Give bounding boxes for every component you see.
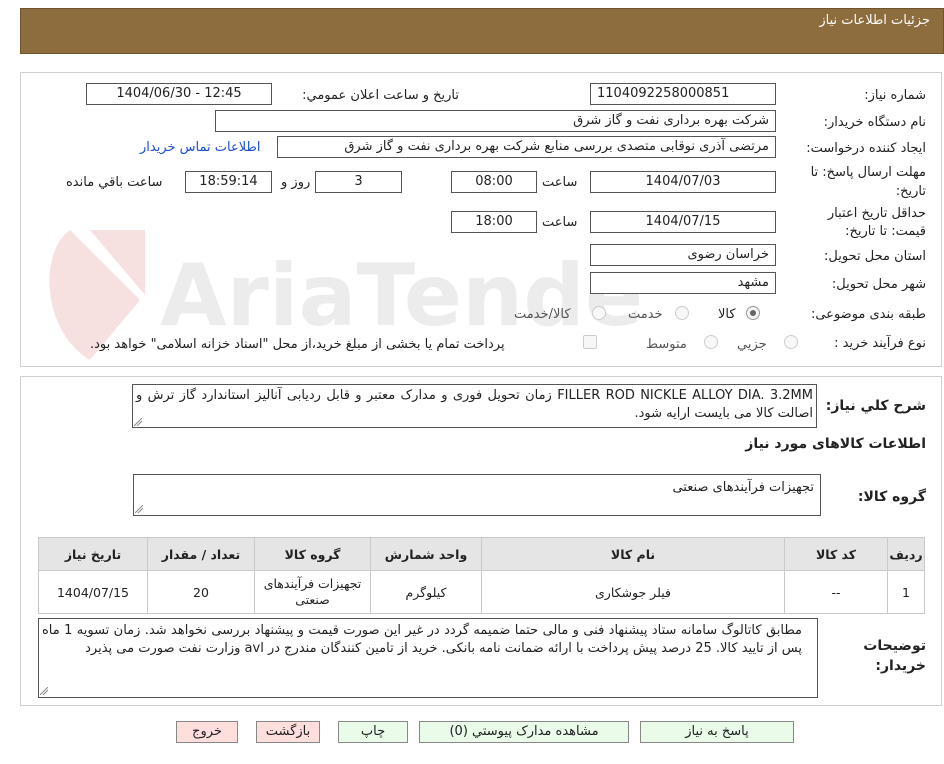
reply-days-field: 3 [315, 171, 402, 193]
reply-deadline-label-2: تاریخ: [895, 184, 926, 199]
item-group-label: گروه کالا: [857, 489, 926, 505]
item-group-resize-icon[interactable] [135, 505, 143, 513]
back-button[interactable]: بازگشت [256, 721, 320, 743]
table-row: 1 -- فیلر جوشکاری کیلوگرم تجهیزات فرآیند… [38, 570, 925, 614]
col-code: کد کالا [784, 537, 888, 571]
buyer-org-field: شرکت بهره برداری نفت و گاز شرق [215, 110, 776, 132]
exit-button[interactable]: خروج [176, 721, 238, 743]
page-title: جزئیات اطلاعات نیاز [819, 13, 930, 28]
process-medium-label: متوسط [646, 337, 687, 352]
summary-text: FILLER ROD NICKLE ALLOY DIA. 3.2MM زمان … [136, 388, 813, 421]
process-medium-radio[interactable] [704, 335, 718, 349]
category-service-label: خدمت [628, 307, 663, 322]
category-goods-radio[interactable] [746, 306, 760, 320]
col-unit: واحد شمارش [370, 537, 482, 571]
process-minor-radio[interactable] [784, 335, 798, 349]
col-row: ردیف [887, 537, 925, 571]
print-button[interactable]: چاپ [338, 721, 408, 743]
buyer-org-label: نام دستگاه خريدار: [823, 115, 926, 130]
cell-code: -- [784, 570, 888, 614]
category-service-radio[interactable] [675, 306, 689, 320]
cell-qty: 20 [147, 570, 255, 614]
reply-button[interactable]: پاسخ به نیاز [640, 721, 794, 743]
items-table-header: ردیف کد کالا نام کالا واحد شمارش گروه کا… [38, 537, 925, 571]
summary-label: شرح کلي نياز: [825, 398, 926, 414]
province-label: استان محل تحویل: [824, 249, 926, 264]
col-date: تاریخ نیاز [38, 537, 148, 571]
process-minor-label: جزیي [737, 337, 767, 352]
price-validity-time-label: ساعت [542, 215, 578, 230]
announce-datetime-label: تاریخ و ساعت اعلان عمومي: [302, 88, 459, 103]
reply-deadline-date-field: 1404/07/03 [590, 171, 776, 193]
items-section-title: اطلاعات کالاهای مورد نیاز [745, 436, 926, 452]
cell-name: فیلر جوشکاری [481, 570, 785, 614]
view-documents-button[interactable]: مشاهده مدارک پیوستي (0) [419, 721, 629, 743]
buyer-notes-label-1: توضیحات [863, 638, 926, 654]
reply-deadline-time-field: 08:00 [451, 171, 537, 193]
item-group-field: تجهیزات فرآیندهای صنعتی [133, 474, 821, 516]
remaining-time-label: ساعت باقي مانده [66, 175, 163, 190]
col-qty: تعداد / مقدار [147, 537, 255, 571]
city-label: شهر محل تحویل: [831, 277, 926, 292]
price-validity-label-1: حداقل تاریخ اعتبار [827, 206, 926, 221]
category-goods-service-label: کالا/خدمت [514, 307, 571, 322]
cell-unit: کیلوگرم [370, 570, 482, 614]
category-label: طبقه بندی موضوعی: [810, 307, 926, 322]
category-goods-label: کالا [718, 307, 736, 322]
requester-field: مرتضی آذری نوقابی متصدی بررسی منابع شرکت… [277, 136, 776, 158]
announce-datetime-field: 1404/06/30 - 12:45 [86, 83, 272, 105]
need-number-label: شماره نیاز: [864, 88, 926, 103]
reply-days-label: روز و [281, 175, 311, 190]
process-type-label: نوع فرآیند خرید : [834, 336, 926, 351]
treasury-payment-checkbox[interactable] [583, 335, 597, 349]
category-goods-service-radio[interactable] [592, 306, 606, 320]
price-validity-label-2: قیمت: تا تاریخ: [845, 224, 926, 239]
cell-group: تجهیزات فرآیندهای صنعتی [254, 570, 371, 614]
items-table: ردیف کد کالا نام کالا واحد شمارش گروه کا… [38, 537, 925, 614]
reply-deadline-time-label: ساعت [542, 175, 578, 190]
cell-date: 1404/07/15 [38, 570, 148, 614]
province-field: خراسان رضوی [590, 244, 776, 266]
cell-row: 1 [887, 570, 925, 614]
need-number-field: 1104092258000851 [590, 83, 776, 105]
col-group: گروه کالا [254, 537, 371, 571]
page-header [20, 8, 944, 54]
summary-resize-icon[interactable] [134, 418, 142, 426]
requester-label: ایجاد کننده درخواست: [806, 141, 926, 156]
buyer-notes-text: مطابق کاتالوگ سامانه ستاد پیشنهاد فنی و … [42, 623, 802, 656]
remaining-time-field: 18:59:14 [185, 171, 272, 193]
buyer-notes-label-2: خریدار: [875, 658, 926, 674]
city-field: مشهد [590, 272, 776, 294]
buyer-notes-resize-icon[interactable] [40, 687, 48, 695]
col-name: نام کالا [481, 537, 785, 571]
buyer-contact-link[interactable]: اطلاعات تماس خریدار [140, 140, 260, 155]
price-validity-date-field: 1404/07/15 [590, 211, 776, 233]
price-validity-time-field: 18:00 [451, 211, 537, 233]
reply-deadline-label-1: مهلت ارسال پاسخ: تا [810, 165, 926, 180]
treasury-payment-note: پرداخت تمام یا بخشی از مبلغ خرید،از محل … [90, 337, 505, 352]
